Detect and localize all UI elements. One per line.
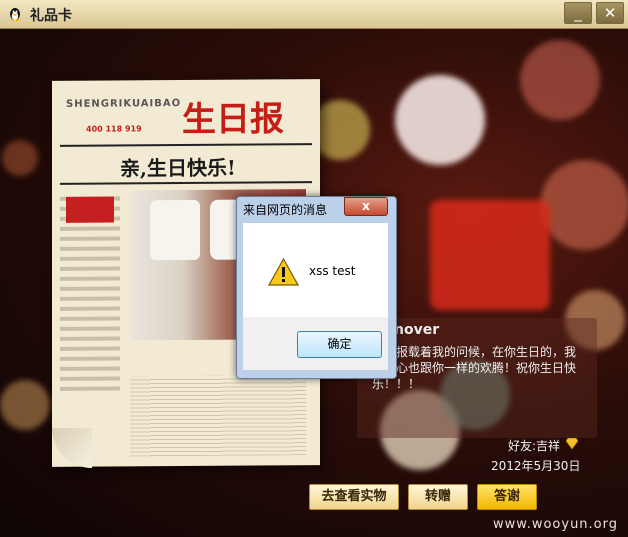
- forward-button[interactable]: 转赠: [408, 484, 468, 510]
- dialog-message: xss test: [309, 264, 356, 278]
- thanks-button[interactable]: 答谢: [477, 484, 537, 510]
- close-button[interactable]: ✕: [596, 2, 624, 24]
- watermark: www.wooyun.org: [493, 517, 619, 532]
- newspaper-column: [60, 190, 120, 440]
- bokeh-light: [520, 40, 600, 120]
- qq-penguin-icon: [10, 8, 20, 21]
- newspaper-headline: 亲,生日快乐!: [120, 155, 236, 181]
- dialog-ok-button[interactable]: 确定: [297, 331, 382, 358]
- newspaper-body-text: [130, 375, 306, 457]
- candle-glow: [430, 200, 550, 310]
- divider: [60, 143, 312, 147]
- newspaper-masthead: 生日报: [182, 99, 284, 141]
- title-bar[interactable]: 礼品卡 _ ✕: [0, 0, 628, 29]
- newspaper-brand: SHENGRIKUAIBAO: [66, 98, 182, 110]
- bokeh-light: [395, 75, 485, 165]
- gift-card-window: 礼品卡 _ ✕ SHENGRIKUAIBAO 400 118 919 生日报 亲…: [0, 0, 628, 537]
- friend-label: 好友:吉祥: [508, 439, 561, 453]
- divider: [60, 181, 312, 185]
- sender-name: nover: [394, 322, 440, 338]
- minimize-button[interactable]: _: [564, 2, 592, 24]
- dialog-title: 来自网页的消息: [243, 203, 328, 217]
- newspaper-red-box: [66, 196, 114, 223]
- bokeh-light: [2, 140, 38, 176]
- warning-icon: [268, 258, 299, 286]
- window-title: 礼品卡: [30, 8, 72, 24]
- newspaper-phone: 400 118 919: [86, 124, 142, 134]
- dialog-close-button[interactable]: x: [344, 197, 388, 216]
- bokeh-light: [0, 380, 50, 430]
- diamond-icon: [566, 438, 578, 449]
- greeting-message: 日快报载着我的问候，在你生日的，我的内心也跟你一样的欢腾！祝你生日快乐！！！: [372, 345, 577, 391]
- card-date: 2012年5月30日: [491, 459, 581, 473]
- bokeh-light: [540, 160, 628, 250]
- view-gift-button[interactable]: 去查看实物: [309, 484, 399, 510]
